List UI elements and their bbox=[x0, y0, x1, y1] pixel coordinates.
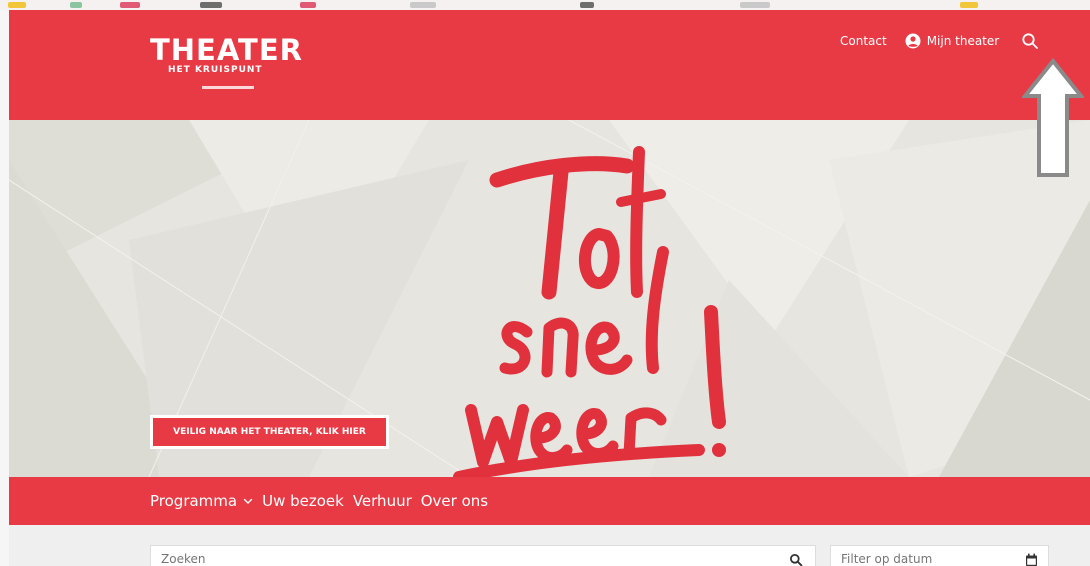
nav-item-label: Programma bbox=[150, 492, 238, 510]
main-navigation: Programma Uw bezoek Verhuur Over ons bbox=[9, 477, 1090, 525]
nav-item-over-ons[interactable]: Over ons bbox=[421, 492, 488, 510]
site-header: THEATER HET KRUISPUNT Contact Mijn theat… bbox=[9, 10, 1090, 120]
mijn-theater-link[interactable]: Mijn theater bbox=[905, 33, 1000, 49]
user-circle-icon bbox=[905, 33, 921, 49]
nav-item-label: Uw bezoek bbox=[262, 492, 344, 510]
mijn-theater-label: Mijn theater bbox=[926, 34, 1000, 48]
utility-nav: Contact Mijn theater bbox=[840, 32, 1039, 50]
search-icon[interactable] bbox=[789, 553, 803, 566]
hero-banner: VEILIG NAAR HET THEATER, KLIK HIER bbox=[9, 120, 1090, 477]
chevron-down-icon bbox=[243, 498, 253, 504]
date-filter-input[interactable] bbox=[841, 552, 1011, 566]
date-filter-field bbox=[830, 545, 1049, 566]
nav-item-label: Verhuur bbox=[352, 492, 412, 510]
logo-underline bbox=[202, 86, 254, 89]
contact-link[interactable]: Contact bbox=[840, 34, 887, 48]
tot-snel-weer-lettering bbox=[453, 146, 726, 477]
calendar-icon[interactable] bbox=[1025, 553, 1038, 566]
nav-item-verhuur[interactable]: Verhuur bbox=[353, 492, 412, 510]
safety-info-button[interactable]: VEILIG NAAR HET THEATER, KLIK HIER bbox=[150, 415, 389, 449]
search-input[interactable] bbox=[161, 552, 781, 566]
left-gutter bbox=[0, 10, 9, 566]
nav-item-uw-bezoek[interactable]: Uw bezoek bbox=[262, 492, 344, 510]
search-icon[interactable] bbox=[1021, 32, 1039, 50]
browser-bookmark-strip bbox=[0, 0, 1090, 10]
main-nav-list: Programma Uw bezoek Verhuur Over ons bbox=[150, 477, 497, 525]
theater-logo[interactable]: THEATER HET KRUISPUNT bbox=[150, 34, 310, 104]
logo-title: THEATER bbox=[150, 33, 303, 67]
arrow-up-icon bbox=[1022, 58, 1084, 177]
nav-item-label: Over ons bbox=[420, 492, 489, 510]
filter-bar bbox=[9, 525, 1090, 566]
page: THEATER HET KRUISPUNT Contact Mijn theat… bbox=[0, 0, 1090, 566]
nav-item-programma[interactable]: Programma bbox=[150, 492, 253, 510]
program-search-field bbox=[150, 545, 816, 566]
